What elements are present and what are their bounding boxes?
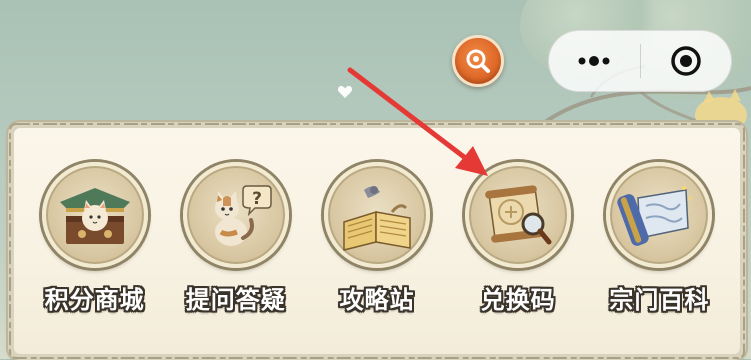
redeem-medallion bbox=[465, 162, 572, 268]
mini-program-capsule bbox=[548, 30, 732, 92]
guides-medallion bbox=[323, 162, 430, 268]
points-mall-medallion bbox=[41, 162, 148, 268]
magnifier-icon bbox=[466, 49, 490, 73]
qa-medallion: ? bbox=[182, 162, 289, 268]
menu-item-guides[interactable]: 攻略站 bbox=[315, 162, 439, 315]
feature-menu: 积分商城 ? 提问答疑 攻略站 兑换码 宗门百科 bbox=[14, 162, 740, 315]
menu-item-points-mall[interactable]: 积分商城 bbox=[33, 162, 157, 315]
book-icon bbox=[343, 186, 411, 251]
menu-item-label: 积分商城 bbox=[44, 286, 145, 314]
menu-item-label: 兑换码 bbox=[480, 286, 556, 314]
encyclopedia-medallion bbox=[606, 162, 713, 268]
menu-item-encyclopedia[interactable]: 宗门百科 bbox=[597, 162, 721, 315]
cat-question-icon: ? bbox=[214, 185, 272, 246]
cat-shop-icon bbox=[59, 188, 130, 244]
menu-item-redeem[interactable]: 兑换码 bbox=[456, 162, 580, 315]
svg-text:?: ? bbox=[252, 189, 262, 209]
heart-icon bbox=[337, 86, 353, 98]
menu-item-qa[interactable]: ? 提问答疑 bbox=[174, 162, 298, 315]
more-dots-icon bbox=[578, 56, 610, 66]
feature-panel: 积分商城 ? 提问答疑 攻略站 兑换码 宗门百科 bbox=[9, 123, 745, 359]
menu-item-label: 宗门百科 bbox=[609, 286, 710, 314]
menu-item-label: 攻略站 bbox=[339, 286, 415, 314]
target-close-icon bbox=[671, 46, 701, 76]
more-button[interactable] bbox=[549, 31, 640, 91]
search-button[interactable] bbox=[452, 35, 504, 87]
menu-item-label: 提问答疑 bbox=[185, 286, 286, 314]
scroll-magnifier-icon bbox=[485, 185, 552, 245]
scroll-map-icon bbox=[617, 186, 692, 246]
close-button[interactable] bbox=[641, 31, 732, 91]
